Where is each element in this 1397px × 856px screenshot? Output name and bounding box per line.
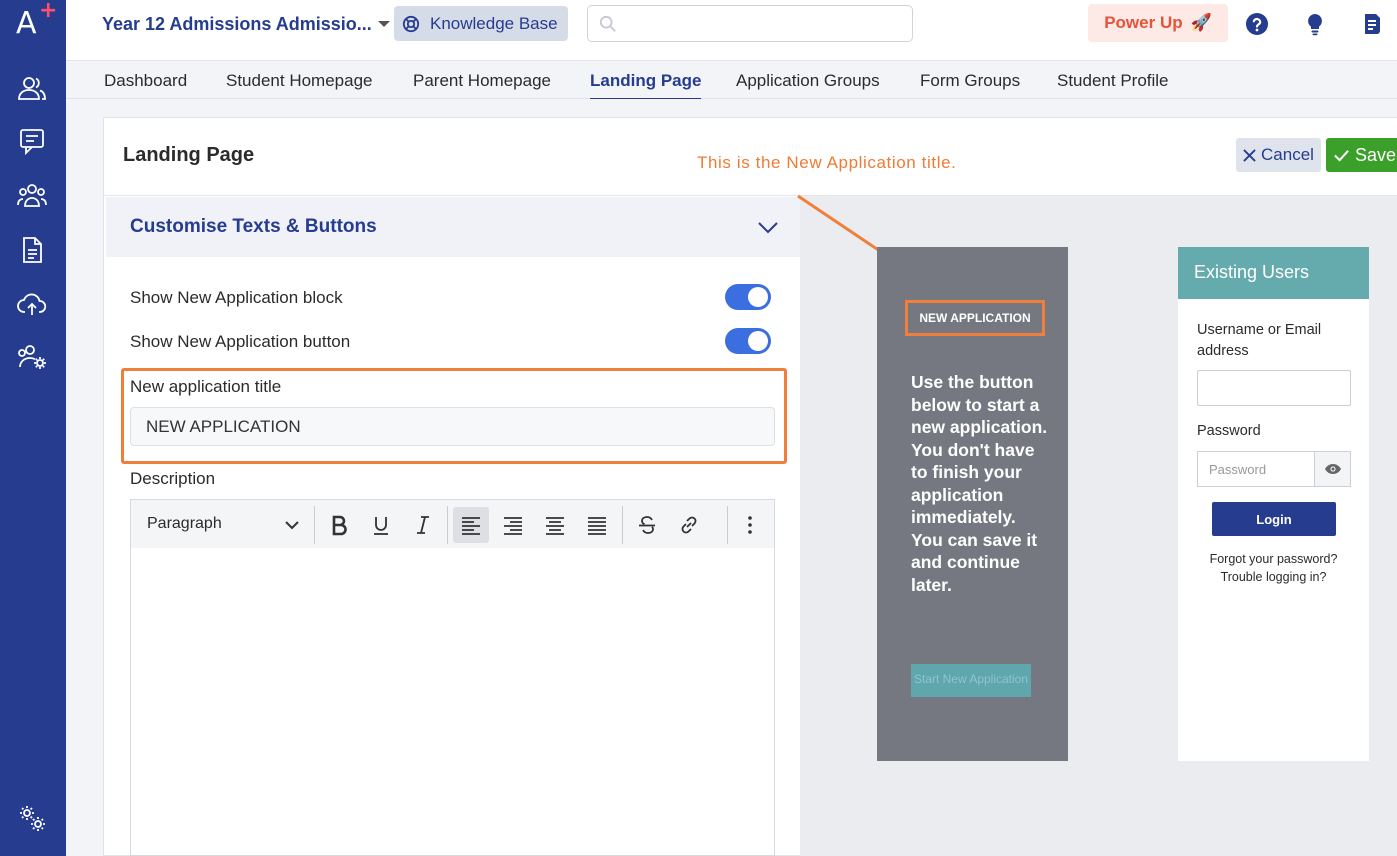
align-right-icon (504, 517, 522, 535)
start-new-application-button[interactable]: Start New Application (911, 664, 1031, 697)
toggle-button-label: Show New Application button (130, 332, 351, 351)
tab-application-groups[interactable]: Application Groups (736, 71, 880, 91)
search-input[interactable] (587, 5, 913, 42)
description-editor[interactable] (130, 548, 775, 856)
align-right-button[interactable] (495, 507, 531, 543)
top-header: Year 12 Admissions Admissio... Knowledge… (66, 0, 1397, 60)
underline-button[interactable] (363, 507, 399, 543)
logo-letter: A (16, 6, 37, 41)
username-label: Username or Email address (1197, 322, 1322, 359)
nav-tabs: Dashboard Student Homepage Parent Homepa… (66, 60, 1397, 101)
italic-button[interactable] (405, 507, 441, 543)
tab-student-profile[interactable]: Student Profile (1057, 71, 1169, 91)
show-password-button[interactable] (1314, 451, 1351, 487)
tab-parent-homepage[interactable]: Parent Homepage (413, 71, 551, 91)
caret-down-icon (377, 21, 390, 27)
align-left-icon (462, 517, 480, 535)
new-application-title-input[interactable]: NEW APPLICATION (130, 407, 775, 446)
app-name: Year 12 Admissions Admissio... (102, 13, 372, 34)
close-icon (1243, 148, 1256, 162)
new-application-button-toggle[interactable] (725, 328, 771, 354)
paragraph-format-select[interactable]: Paragraph (147, 515, 222, 533)
rocket-icon: 🚀 (1190, 13, 1212, 32)
power-up-label: Power Up (1104, 13, 1183, 32)
toggle-block-label: Show New Application block (130, 288, 343, 307)
italic-icon (417, 516, 429, 534)
strikethrough-button[interactable] (629, 507, 665, 543)
tab-dashboard[interactable]: Dashboard (104, 71, 187, 91)
help-icon[interactable] (1245, 12, 1269, 36)
sidebar: A + (0, 0, 66, 856)
bold-icon (332, 515, 347, 536)
power-up-button[interactable]: Power Up 🚀 (1088, 4, 1228, 42)
more-vertical-icon (748, 516, 752, 534)
group-icon[interactable] (14, 178, 50, 212)
chevron-down-icon[interactable] (285, 520, 299, 530)
cloud-upload-icon[interactable] (14, 287, 50, 321)
trouble-logging-in-link[interactable]: Trouble logging in? (1178, 570, 1369, 584)
password-input[interactable]: Password (1197, 451, 1315, 487)
chat-icon[interactable] (14, 124, 50, 158)
page-title: Landing Page (123, 144, 255, 166)
editor-toolbar: Paragraph (130, 499, 775, 549)
username-input[interactable] (1197, 370, 1351, 406)
new-application-preview-title: NEW APPLICATION (905, 300, 1045, 336)
document-icon[interactable] (14, 233, 50, 267)
description-label: Description (130, 469, 216, 488)
search-icon (599, 15, 616, 32)
login-button[interactable]: Login (1212, 502, 1336, 536)
annotation-text: This is the New Application title. (697, 153, 957, 172)
check-icon (1334, 149, 1349, 162)
new-application-block-toggle[interactable] (725, 284, 771, 310)
toggle-knob (748, 331, 768, 351)
align-justify-button[interactable] (579, 507, 615, 543)
strikethrough-icon (639, 516, 655, 534)
section-title: Customise Texts & Buttons (130, 216, 377, 237)
toolbar-separator (447, 506, 448, 544)
toolbar-separator (622, 506, 623, 544)
customise-accordion-header[interactable]: Customise Texts & Buttons (106, 197, 800, 257)
toolbar-separator (314, 506, 315, 544)
cancel-label: Cancel (1261, 145, 1314, 164)
app-selector[interactable]: Year 12 Admissions Admissio... (102, 12, 390, 36)
existing-users-title: Existing Users (1178, 247, 1369, 299)
tab-landing-page[interactable]: Landing Page (590, 71, 702, 101)
toggle-knob (748, 287, 768, 307)
align-left-button[interactable] (453, 507, 489, 543)
password-label: Password (1197, 423, 1261, 439)
more-options-button[interactable] (732, 507, 768, 543)
tab-form-groups[interactable]: Form Groups (920, 71, 1020, 91)
save-label: Save (1355, 144, 1397, 165)
cancel-button[interactable]: Cancel (1236, 138, 1321, 172)
knowledge-base-button[interactable]: Knowledge Base (394, 6, 568, 41)
new-application-description: Use the button below to start a new appl… (911, 372, 1048, 595)
toolbar-separator (727, 506, 728, 544)
forgot-password-link[interactable]: Forgot your password? (1178, 552, 1369, 566)
save-button[interactable]: Save (1326, 138, 1397, 172)
eye-icon (1324, 464, 1341, 474)
link-icon (681, 516, 697, 534)
user-settings-icon[interactable] (14, 340, 50, 374)
lifebuoy-icon (402, 15, 420, 32)
align-justify-icon (588, 517, 606, 535)
settings-icon[interactable] (14, 801, 50, 835)
title-field-label: New application title (130, 377, 282, 396)
users-icon[interactable] (14, 71, 50, 105)
lightbulb-icon[interactable] (1303, 12, 1327, 36)
bold-button[interactable] (321, 507, 357, 543)
underline-icon (374, 517, 388, 535)
notes-icon[interactable] (1360, 12, 1384, 36)
logo-plus: + (39, 0, 58, 23)
align-center-icon (546, 517, 564, 535)
align-center-button[interactable] (537, 507, 573, 543)
tab-student-homepage[interactable]: Student Homepage (226, 71, 373, 91)
link-button[interactable] (671, 507, 707, 543)
knowledge-base-label: Knowledge Base (430, 13, 558, 33)
chevron-down-icon (758, 222, 778, 234)
app-logo[interactable]: A + (16, 0, 57, 44)
